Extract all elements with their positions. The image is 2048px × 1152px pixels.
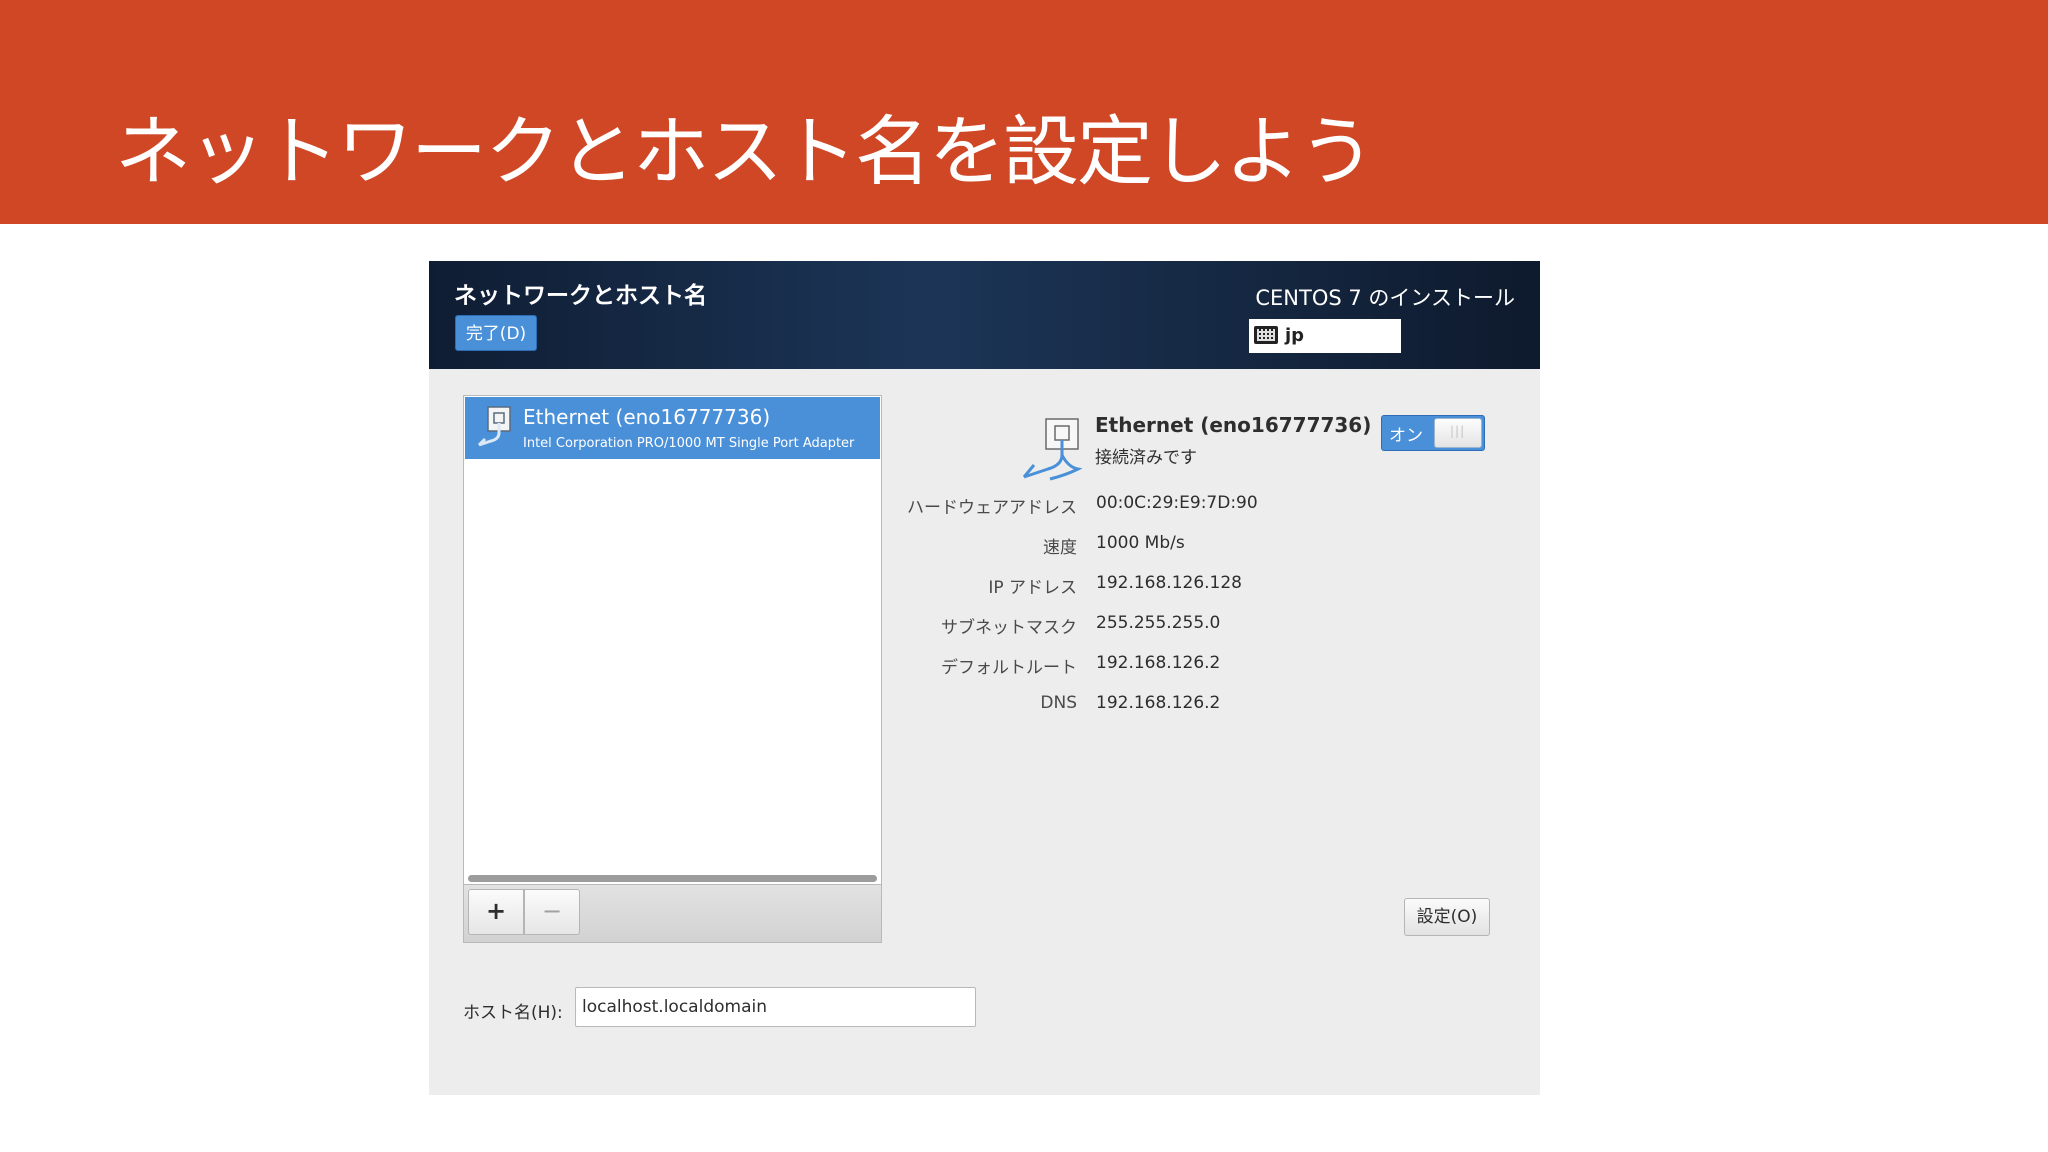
device-list[interactable]: Ethernet (eno16777736) Intel Corporation… (463, 395, 882, 885)
dns-value: 192.168.126.2 (1096, 693, 1221, 713)
subnet-mask-label: サブネットマスク (941, 618, 1077, 638)
done-button[interactable]: 完了(D) (455, 315, 537, 351)
keyboard-layout-indicator[interactable]: jp (1249, 319, 1401, 353)
toggle-label: オン (1389, 426, 1423, 446)
dns-label: DNS (1040, 693, 1077, 713)
installer-header: ネットワークとホスト名 完了(D) CENTOS 7 のインストール jp (429, 261, 1540, 369)
default-route-value: 192.168.126.2 (1096, 653, 1221, 673)
keyboard-icon (1254, 326, 1278, 344)
device-description: Intel Corporation PRO/1000 MT Single Por… (523, 436, 855, 451)
remove-device-button[interactable]: − (524, 889, 580, 935)
list-item[interactable]: Ethernet (eno16777736) Intel Corporation… (465, 397, 880, 459)
subnet-mask-value: 255.255.255.0 (1096, 613, 1221, 633)
ethernet-cable-icon (477, 406, 511, 447)
hardware-address-value: 00:0C:29:E9:7D:90 (1096, 493, 1258, 513)
toggle-knob[interactable] (1434, 418, 1482, 448)
keyboard-layout-label: jp (1285, 325, 1305, 346)
connection-name: Ethernet (eno16777736) (1095, 413, 1372, 437)
ip-address-value: 192.168.126.128 (1096, 573, 1243, 593)
screen-title: ネットワークとホスト名 (454, 283, 707, 309)
hostname-input[interactable] (575, 987, 976, 1027)
device-list-toolbar: + − (463, 885, 882, 943)
ip-address-label: IP アドレス (988, 578, 1077, 598)
default-route-label: デフォルトルート (941, 658, 1077, 678)
configure-button[interactable]: 設定(O) (1404, 898, 1490, 936)
ethernet-cable-icon (1022, 418, 1083, 481)
slide-header: ネットワークとホスト名を設定しよう (0, 0, 2048, 224)
product-title: CENTOS 7 のインストール (1255, 286, 1515, 310)
device-name: Ethernet (eno16777736) (523, 405, 771, 429)
hardware-address-label: ハードウェアアドレス (907, 498, 1077, 518)
add-device-button[interactable]: + (468, 889, 524, 935)
speed-value: 1000 Mb/s (1096, 533, 1185, 553)
hostname-label: ホスト名(H): (463, 1003, 563, 1023)
slide-title: ネットワークとホスト名を設定しよう (115, 107, 1375, 196)
speed-label: 速度 (1043, 538, 1077, 558)
horizontal-scrollbar[interactable] (468, 875, 877, 882)
connection-status: 接続済みです (1095, 448, 1197, 468)
installer-window: ネットワークとホスト名 完了(D) CENTOS 7 のインストール jp Et… (429, 261, 1540, 1095)
connection-toggle[interactable]: オン (1381, 415, 1485, 451)
